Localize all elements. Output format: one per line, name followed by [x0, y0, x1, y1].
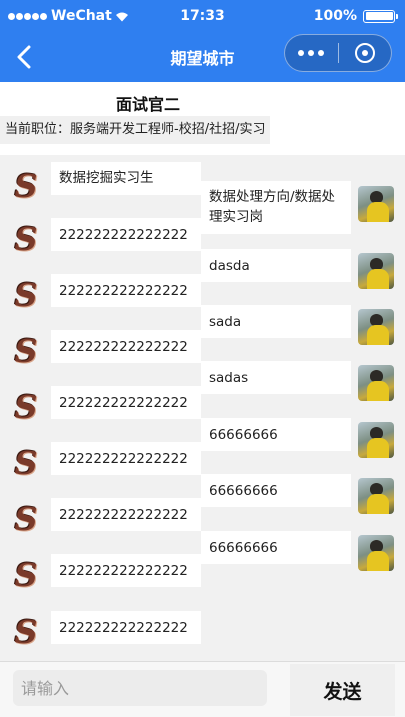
message-bubble-left: 数据挖掘实习生: [51, 162, 201, 195]
close-program-button[interactable]: [338, 43, 391, 63]
message-bubble-right: 数据处理方向/数据处理实习岗: [201, 181, 351, 234]
message-bubble-right: sada: [201, 305, 351, 338]
mini-program-capsule: [284, 34, 392, 72]
interviewer-avatar: S: [14, 276, 38, 314]
position-label: 当前职位：: [5, 122, 71, 137]
user-avatar: [358, 478, 394, 514]
position-value: 服务端开发工程师-校招/社招/实习: [70, 122, 266, 137]
user-avatar: [358, 253, 394, 289]
message-bubble-left: 222222222222222: [51, 274, 201, 307]
target-icon: [354, 43, 375, 63]
message-bubble-right: 66666666: [201, 531, 351, 564]
message-bubble-left: 222222222222222: [51, 498, 201, 531]
more-dots-icon: [298, 50, 305, 56]
status-bar: WeChat 17:33 100%: [0, 0, 405, 32]
interviewer-avatar: S: [14, 444, 38, 482]
more-button[interactable]: [285, 50, 338, 56]
message-bubble-left: 222222222222222: [51, 386, 201, 419]
user-avatar: [358, 535, 394, 571]
user-avatar: [358, 186, 394, 222]
position-info: 当前职位：服务端开发工程师-校招/社招/实习: [0, 116, 271, 144]
battery-group: 100%: [313, 8, 398, 24]
interviewer-name: 面试官二: [116, 95, 181, 114]
message-bubble-right: dasda: [201, 249, 351, 282]
interviewer-avatar: S: [14, 556, 38, 594]
user-avatar: [358, 365, 394, 401]
send-button[interactable]: 发送: [290, 664, 395, 716]
message-bubble-left: 222222222222222: [51, 218, 201, 251]
battery-icon: [363, 9, 398, 23]
interviewer-avatar: S: [14, 220, 38, 258]
chat-header: 面试官二 当前职位：服务端开发工程师-校招/社招/实习: [0, 82, 405, 155]
battery-percent: 100%: [313, 8, 357, 24]
user-avatar: [358, 309, 394, 345]
message-input[interactable]: [13, 670, 267, 706]
input-bar: 发送: [0, 661, 405, 717]
interviewer-avatar: S: [14, 167, 38, 205]
message-bubble-right: 66666666: [201, 474, 351, 507]
interviewer-avatar: S: [14, 388, 38, 426]
user-avatar: [358, 422, 394, 458]
interviewer-avatar: S: [14, 613, 38, 651]
message-bubble-left: 222222222222222: [51, 611, 201, 644]
message-bubble-left: 222222222222222: [51, 554, 201, 587]
interviewer-avatar: S: [14, 500, 38, 538]
message-bubble-left: 222222222222222: [51, 330, 201, 363]
nav-bar: 期望城市: [0, 32, 405, 82]
message-bubble-left: 222222222222222: [51, 442, 201, 475]
message-bubble-right: 66666666: [201, 418, 351, 451]
interviewer-avatar: S: [14, 332, 38, 370]
message-bubble-right: sadas: [201, 361, 351, 394]
chat-area[interactable]: S 数据挖掘实习生 S 222222222222222 S 2222222222…: [0, 155, 405, 661]
